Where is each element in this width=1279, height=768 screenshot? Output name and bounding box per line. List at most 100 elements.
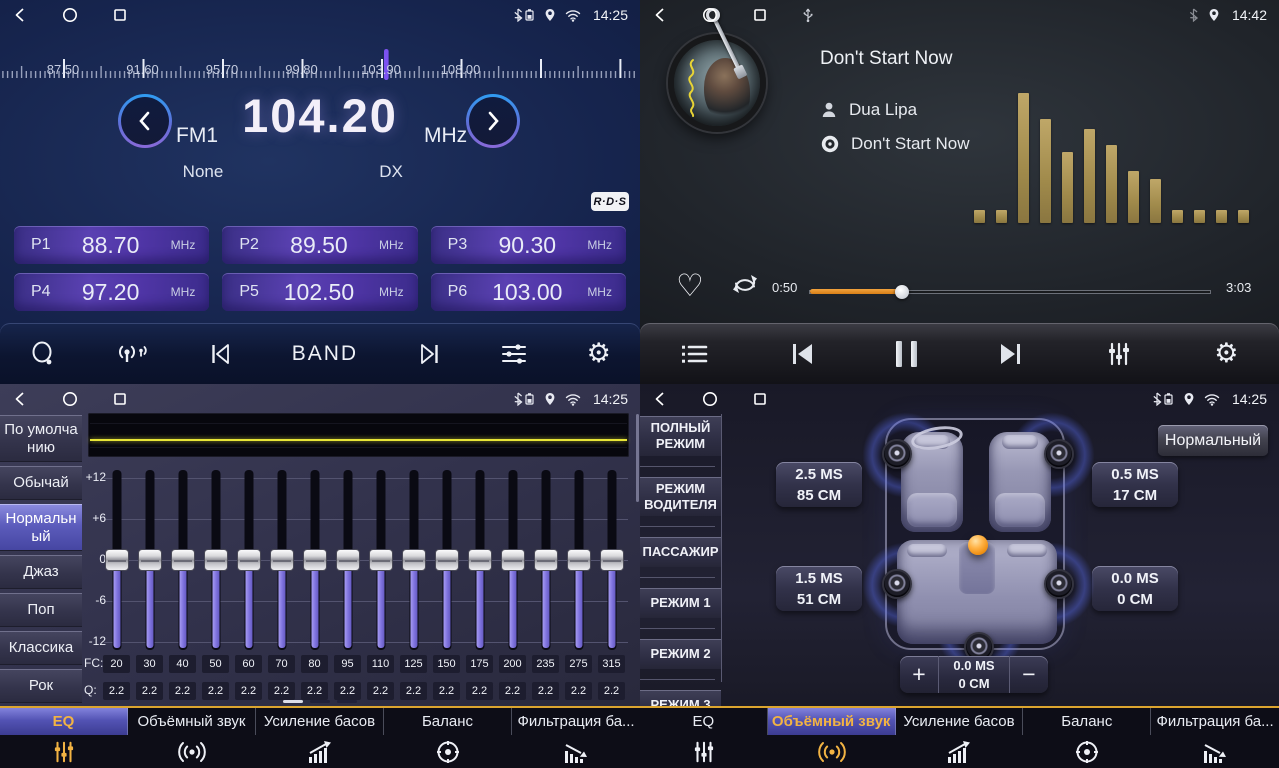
next-track-button[interactable] — [998, 341, 1024, 367]
eq-band-slider-7[interactable] — [331, 470, 364, 650]
q-value[interactable]: 2.2 — [565, 682, 592, 700]
preset-button-p2[interactable]: P289.50MHz — [222, 226, 417, 264]
fc-value[interactable]: 20 — [103, 655, 130, 673]
eq-band-slider-0[interactable] — [100, 470, 133, 650]
eq-preset-item-0[interactable]: По умолчанию — [0, 415, 82, 462]
repeat-button[interactable] — [730, 273, 760, 298]
eq-preset-item-2[interactable]: Нормальный — [0, 504, 82, 551]
fc-value[interactable]: 235 — [532, 655, 559, 673]
preset-button-p6[interactable]: P6103.00MHz — [431, 273, 626, 311]
tab-eq[interactable]: EQ — [640, 708, 768, 768]
tab-balance[interactable]: Баланс — [1023, 708, 1151, 768]
q-value[interactable]: 2.2 — [433, 682, 460, 700]
nav-recents-button[interactable] — [112, 391, 128, 407]
eq-band-slider-8[interactable] — [364, 470, 397, 650]
slider-handle[interactable] — [336, 549, 360, 571]
seek-bar[interactable] — [810, 285, 1210, 299]
eq-band-slider-15[interactable] — [595, 470, 628, 650]
eq-band-slider-4[interactable] — [232, 470, 265, 650]
delay-rear-right-button[interactable]: 0.0 MS 0 CM — [1092, 566, 1178, 611]
q-value[interactable]: 2.2 — [400, 682, 427, 700]
eq-band-slider-1[interactable] — [133, 470, 166, 650]
scrollbar[interactable] — [636, 414, 639, 502]
nav-recents-button[interactable] — [752, 391, 768, 407]
q-value[interactable]: 2.2 — [169, 682, 196, 700]
tab-balance[interactable]: Баланс — [384, 708, 512, 768]
delay-rear-left-button[interactable]: 1.5 MS 51 CM — [776, 566, 862, 611]
speaker-front-right-icon[interactable] — [1044, 439, 1074, 469]
slider-handle[interactable] — [270, 549, 294, 571]
fc-value[interactable]: 315 — [598, 655, 625, 673]
q-value[interactable]: 2.2 — [367, 682, 394, 700]
nav-back-button[interactable] — [652, 391, 668, 407]
eq-preset-item-3[interactable]: Джаз — [0, 555, 82, 589]
nav-recents-button[interactable] — [752, 7, 768, 23]
tab-bass-boost[interactable]: Усиление басов — [896, 708, 1024, 768]
nav-back-button[interactable] — [652, 7, 668, 23]
preset-button-p1[interactable]: P188.70MHz — [14, 226, 209, 264]
progress-knob[interactable] — [895, 285, 909, 299]
sound-profile-button[interactable]: Нормальный — [1158, 425, 1268, 456]
tab-surround-sound[interactable]: Объёмный звук — [128, 708, 256, 768]
equalizer-button[interactable] — [1105, 341, 1133, 367]
speaker-rear-left-icon[interactable] — [882, 569, 912, 599]
nav-back-button[interactable] — [12, 7, 28, 23]
tune-down-button[interactable] — [118, 94, 172, 148]
next-station-button[interactable] — [416, 342, 442, 366]
scan-button[interactable] — [29, 340, 57, 368]
eq-band-slider-13[interactable] — [529, 470, 562, 650]
fc-value[interactable]: 150 — [433, 655, 460, 673]
nav-home-button[interactable] — [62, 391, 78, 407]
q-value[interactable]: 2.2 — [103, 682, 130, 700]
eq-band-slider-3[interactable] — [199, 470, 232, 650]
eq-preset-item-1[interactable]: Обычай — [0, 466, 82, 500]
tab-filter[interactable]: Фильтрация ба... — [512, 708, 640, 768]
nav-back-button[interactable] — [12, 391, 28, 407]
fc-value[interactable]: 110 — [367, 655, 394, 673]
fc-value[interactable]: 80 — [301, 655, 328, 673]
fc-value[interactable]: 50 — [202, 655, 229, 673]
delay-front-left-button[interactable]: 2.5 MS 85 CM — [776, 462, 862, 507]
slider-handle[interactable] — [435, 549, 459, 571]
preset-button-p4[interactable]: P497.20MHz — [14, 273, 209, 311]
q-value[interactable]: 2.2 — [268, 682, 295, 700]
eq-preset-item-4[interactable]: Поп — [0, 593, 82, 627]
slider-handle[interactable] — [501, 549, 525, 571]
preset-button-p5[interactable]: P5102.50MHz — [222, 273, 417, 311]
eq-band-slider-10[interactable] — [430, 470, 463, 650]
nav-recents-button[interactable] — [112, 7, 128, 23]
tab-eq[interactable]: EQ — [0, 708, 128, 768]
q-value[interactable]: 2.2 — [136, 682, 163, 700]
slider-handle[interactable] — [534, 549, 558, 571]
surround-mode-item-4[interactable]: РЕЖИМ 2 — [640, 639, 721, 669]
slider-handle[interactable] — [303, 549, 327, 571]
eq-band-slider-12[interactable] — [496, 470, 529, 650]
q-value[interactable]: 2.2 — [466, 682, 493, 700]
slider-handle[interactable] — [138, 549, 162, 571]
previous-station-button[interactable] — [208, 342, 234, 366]
speaker-front-left-icon[interactable] — [882, 439, 912, 469]
settings-button[interactable]: ⚙ — [587, 340, 611, 367]
broadcast-button[interactable] — [115, 341, 149, 367]
slider-handle[interactable] — [468, 549, 492, 571]
slider-handle[interactable] — [402, 549, 426, 571]
eq-band-slider-6[interactable] — [298, 470, 331, 650]
eq-preset-item-6[interactable]: Рок — [0, 669, 82, 703]
previous-track-button[interactable] — [789, 341, 815, 367]
slider-handle[interactable] — [171, 549, 195, 571]
fc-value[interactable]: 40 — [169, 655, 196, 673]
q-value[interactable]: 2.2 — [202, 682, 229, 700]
slider-handle[interactable] — [369, 549, 393, 571]
surround-mode-item-2[interactable]: ПАССАЖИР — [640, 537, 721, 567]
delay-decrease-button[interactable]: − — [1010, 656, 1048, 693]
slider-handle[interactable] — [204, 549, 228, 571]
fc-value[interactable]: 70 — [268, 655, 295, 673]
eq-band-slider-5[interactable] — [265, 470, 298, 650]
nav-home-button[interactable] — [62, 7, 78, 23]
slider-handle[interactable] — [237, 549, 261, 571]
band-button[interactable]: BAND — [292, 342, 358, 366]
pause-button[interactable] — [896, 341, 917, 367]
eq-band-slider-2[interactable] — [166, 470, 199, 650]
fc-value[interactable]: 30 — [136, 655, 163, 673]
slider-handle[interactable] — [105, 549, 129, 571]
